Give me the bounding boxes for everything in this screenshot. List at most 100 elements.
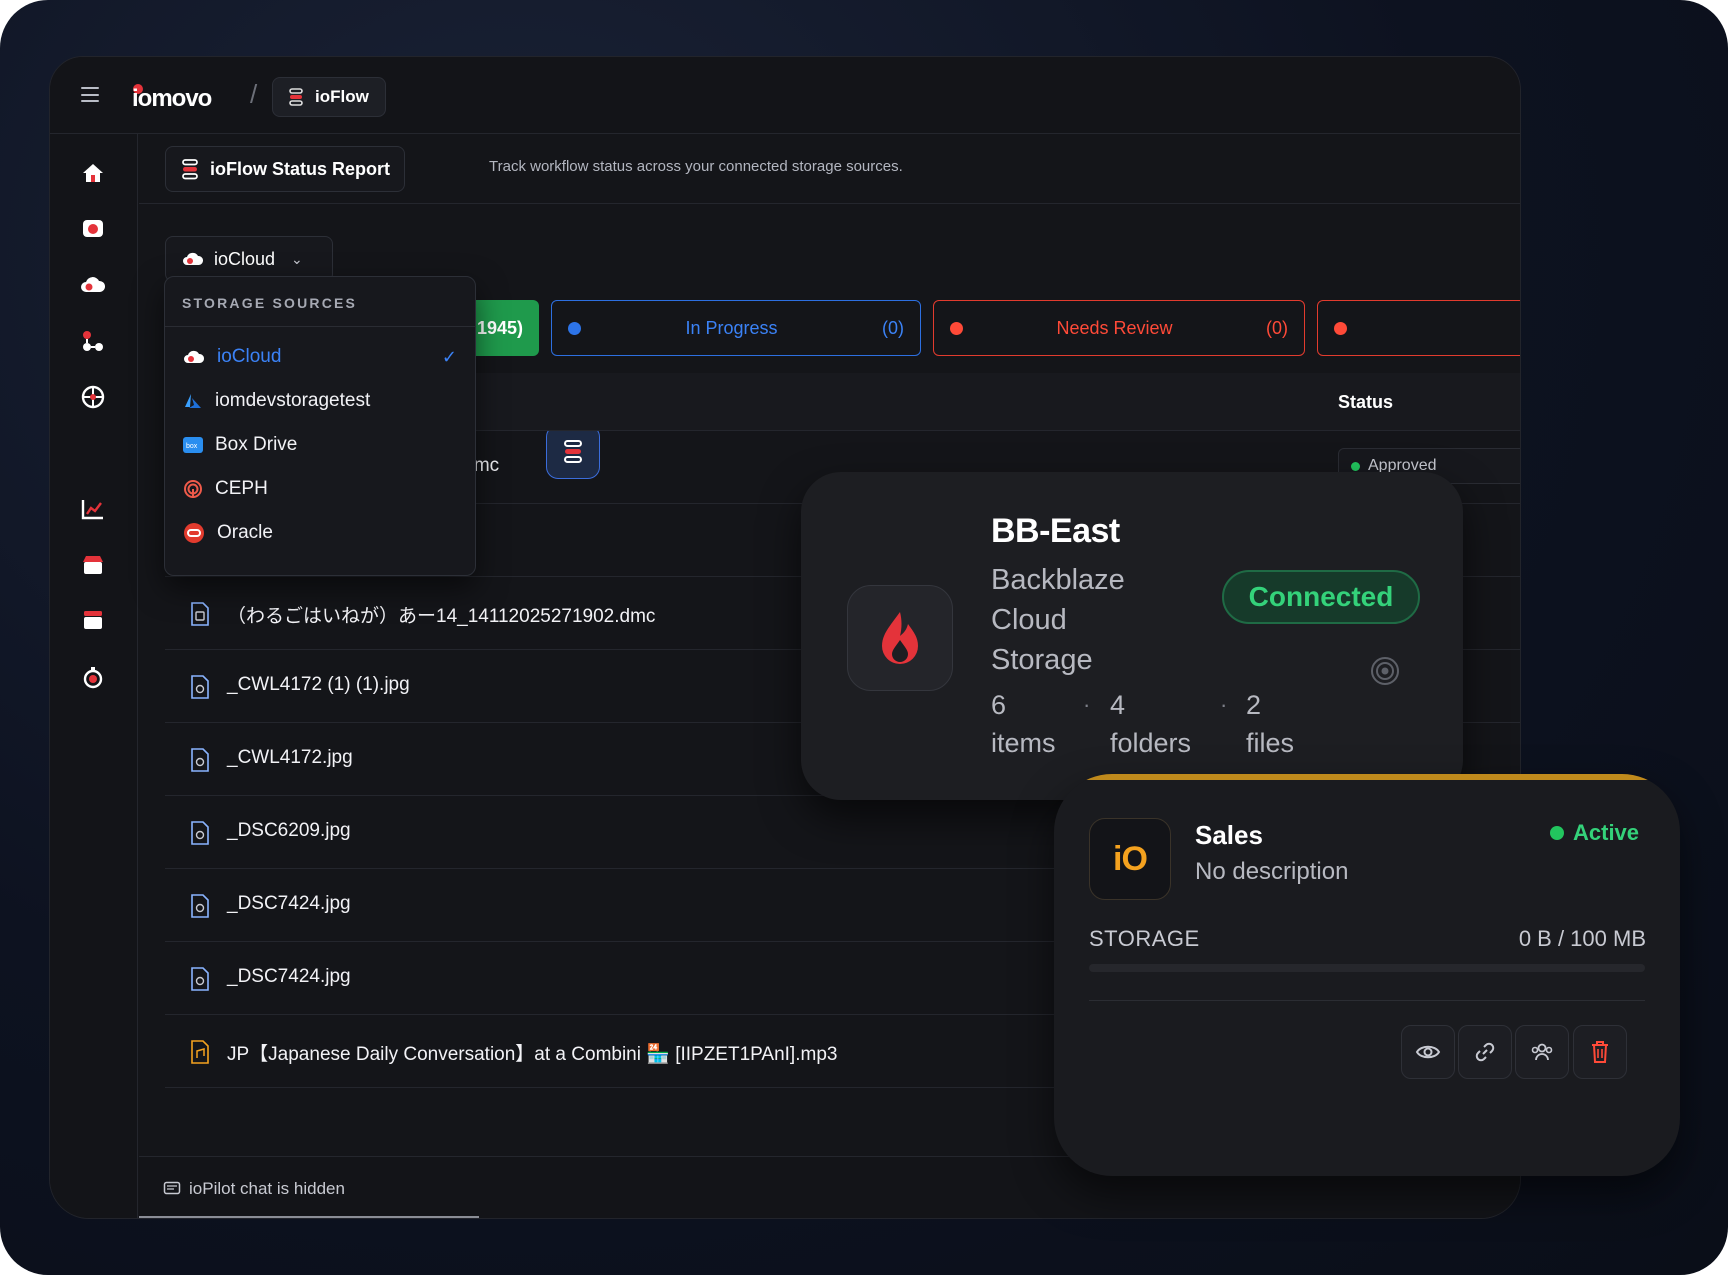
store-icon <box>83 556 103 574</box>
backblaze-flame-icon <box>882 612 918 664</box>
home-icon <box>83 164 103 182</box>
workspace-status: Active <box>1550 820 1639 846</box>
tab-needs-review[interactable]: Needs Review (0) <box>933 300 1305 356</box>
storage-sources-dropdown: STORAGE SOURCES ioCloud ✓ iomdevstoraget… <box>164 276 476 576</box>
menu-icon[interactable] <box>81 87 99 102</box>
copy-link-button[interactable] <box>1458 1025 1512 1079</box>
image-file-icon <box>189 820 211 851</box>
sidebar-item-analytics[interactable] <box>66 482 120 536</box>
svg-text:box: box <box>186 443 198 450</box>
globe-icon <box>81 385 105 409</box>
dropdown-item-iomdevstoragetest[interactable]: iomdevstoragetest <box>165 379 475 423</box>
file-name: _CWL4172 (1) (1).jpg <box>227 674 410 695</box>
dropdown-item-label: iomdevstoragetest <box>215 390 371 411</box>
sidebar-item-media[interactable] <box>66 202 120 256</box>
dropdown-item-box-drive[interactable]: box Box Drive <box>165 423 475 467</box>
workflow-icon <box>83 331 103 351</box>
tab-in-progress[interactable]: In Progress (0) <box>551 300 921 356</box>
eye-icon <box>1415 1045 1441 1059</box>
iocloud-icon <box>183 252 204 265</box>
folders-count: 4 folders <box>1110 686 1210 762</box>
workspace-name: Sales <box>1195 820 1263 850</box>
image-file-icon <box>189 893 211 924</box>
files-count-label: files <box>1246 728 1295 758</box>
file-name: _DSC6209.jpg <box>227 820 351 841</box>
items-count-value: 6 <box>991 690 1007 720</box>
chevron-down-icon: ⌄ <box>291 250 303 267</box>
tab-disapproved[interactable]: ppro <box>1317 300 1520 356</box>
tab-count: (0) <box>882 317 904 338</box>
workspace-card-sales[interactable]: iO Sales No description Active STORAGE 0… <box>1054 774 1680 1176</box>
breadcrumb-label: ioFlow <box>315 87 369 106</box>
dropdown-item-oracle[interactable]: Oracle <box>165 511 475 555</box>
screenshot-stage: iomovo / ioFlow ioFlow Status Report Tra… <box>0 0 1728 1275</box>
media-icon <box>83 220 103 237</box>
sidebar-item-home[interactable] <box>66 146 120 200</box>
page-title: ioFlow Status Report <box>165 146 405 192</box>
workspace-logo: iO <box>1089 818 1171 900</box>
files-count: 2 files <box>1246 686 1316 762</box>
storage-progress-bar <box>1089 964 1645 972</box>
sidebar-item-cloud[interactable] <box>66 258 120 312</box>
dropdown-item-ceph[interactable]: CEPH <box>165 467 475 511</box>
image-file-icon <box>189 674 211 705</box>
settings-icon[interactable] <box>1369 655 1401 692</box>
document-icon <box>189 601 211 632</box>
chat-icon <box>163 1181 181 1195</box>
dropdown-item-label: ioCloud <box>217 346 282 367</box>
items-count-label: items <box>991 728 1056 758</box>
storage-provider: Backblaze Cloud Storage <box>991 564 1125 676</box>
tab-label: Needs Review <box>1056 317 1173 338</box>
storage-label: STORAGE <box>1089 926 1200 951</box>
check-icon: ✓ <box>441 346 457 367</box>
dropdown-item-label: Oracle <box>217 522 273 543</box>
status-dot-icon <box>1550 826 1564 840</box>
status-dot-icon <box>1334 321 1347 335</box>
audio-file-icon <box>189 1039 211 1070</box>
chat-toggle[interactable]: ioPilot chat is hidden <box>163 1179 345 1199</box>
file-name: _CWL4172.jpg <box>227 747 353 768</box>
column-header-status: Status <box>1338 392 1394 412</box>
status-dot-icon <box>1351 461 1360 471</box>
chart-icon <box>81 500 103 520</box>
dropdown-item-iocloud[interactable]: ioCloud ✓ <box>165 335 475 379</box>
sidebar-item-clapper[interactable] <box>66 593 120 647</box>
page-title-text: ioFlow Status Report <box>210 158 390 179</box>
dropdown-header: STORAGE SOURCES <box>165 277 475 327</box>
sidebar-item-timer[interactable] <box>66 650 120 704</box>
trash-icon <box>1592 1041 1608 1063</box>
workspace-status-text: Active <box>1573 820 1640 845</box>
status-dot-icon <box>950 321 963 335</box>
ioflow-icon <box>182 159 198 180</box>
storage-card-bb-east[interactable]: BB-East Backblaze Cloud Storage Connecte… <box>801 472 1463 800</box>
sidebar-item-workflow[interactable] <box>66 314 120 368</box>
brand-logo[interactable]: iomovo <box>130 79 226 113</box>
storage-name: BB-East <box>991 512 1120 550</box>
tab-approved-count: 1945) <box>476 317 523 338</box>
folders-count-value: 4 <box>1110 690 1126 720</box>
file-name: （わるごはいねが）あー14_14112025271902.dmc <box>227 606 656 627</box>
azure-icon <box>185 394 201 408</box>
footer-scrollbar[interactable] <box>139 1216 479 1218</box>
card-accent-line <box>1054 774 1680 780</box>
file-name: _DSC7424.jpg <box>227 893 351 914</box>
box-icon: box <box>183 437 203 453</box>
backblaze-logo <box>847 585 953 691</box>
connection-status-badge: Connected <box>1222 570 1420 624</box>
sidebar-item-globe[interactable] <box>66 370 120 424</box>
ioflow-icon <box>289 88 303 106</box>
sidebar-item-store[interactable] <box>66 538 120 592</box>
timer-icon <box>83 667 103 689</box>
image-file-icon <box>189 747 211 778</box>
files-count-value: 2 <box>1246 690 1262 720</box>
breadcrumb-separator: / <box>250 79 258 109</box>
breadcrumb-ioflow[interactable]: ioFlow <box>272 77 386 117</box>
delete-button[interactable] <box>1573 1025 1627 1079</box>
workspace-description: No description <box>1195 858 1349 885</box>
cloud-icon <box>81 277 106 292</box>
image-file-icon <box>189 966 211 997</box>
tab-count: (0) <box>1266 317 1288 338</box>
members-button[interactable] <box>1515 1025 1569 1079</box>
file-name: _DSC7424.jpg <box>227 966 351 987</box>
view-button[interactable] <box>1401 1025 1455 1079</box>
